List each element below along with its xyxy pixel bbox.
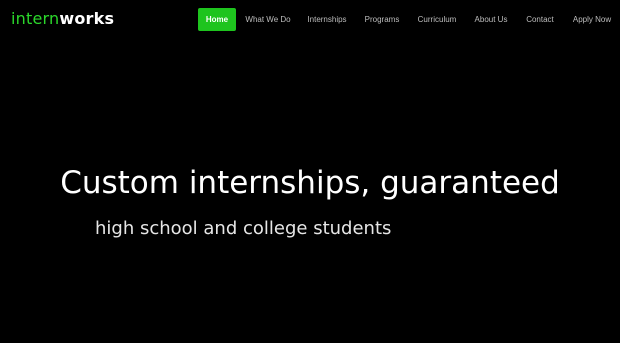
nav-item-internships[interactable]: Internships: [304, 8, 350, 31]
nav-item-contact[interactable]: Contact: [522, 8, 558, 31]
hero-title: Custom internships, guaranteed: [60, 165, 560, 201]
nav-item-about-us[interactable]: About Us: [471, 8, 511, 31]
main-navigation: Home What We Do Internships Programs Cur…: [0, 8, 620, 31]
nav-item-home[interactable]: Home: [198, 8, 236, 31]
nav-item-curriculum[interactable]: Curriculum: [413, 8, 461, 31]
nav-item-programs[interactable]: Programs: [361, 8, 403, 31]
nav-item-what-we-do[interactable]: What We Do: [242, 8, 294, 31]
hero-subtitle: high school and college students: [95, 218, 392, 239]
nav-item-apply-now[interactable]: Apply Now: [568, 8, 616, 31]
